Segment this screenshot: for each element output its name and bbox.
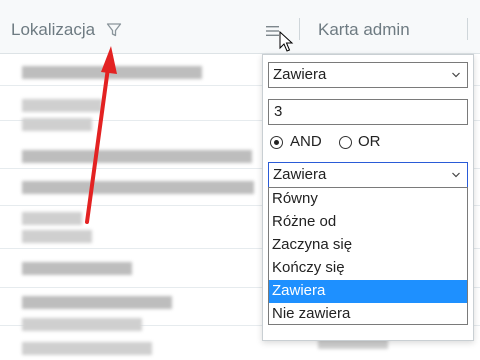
radio-and-label[interactable]: AND [290,133,322,150]
dropdown-option[interactable]: Kończy się [269,257,467,280]
filter-value-text: 3 [274,103,283,120]
dropdown-option[interactable]: Różne od [269,211,467,234]
dropdown-option[interactable]: Zaczyna się [269,234,467,257]
chevron-down-icon [452,72,460,78]
dropdown-option[interactable]: Nie zawiera [269,303,467,326]
chevron-down-icon [452,172,460,178]
condition1-value: Zawiera [273,66,327,83]
condition2-value: Zawiera [273,166,327,183]
data-grid: Lokalizacja Karta admin Zawiera 3 AND OR… [0,0,480,360]
radio-or[interactable] [339,136,352,149]
radio-selected-dot [274,140,279,145]
filter-value-input[interactable]: 3 [268,99,468,125]
dropdown-option[interactable]: Równy [269,188,467,211]
condition1-select[interactable]: Zawiera [268,62,468,88]
condition-dropdown-list: Równy Różne od Zaczyna się Kończy się Za… [268,187,468,325]
dropdown-option-highlighted[interactable]: Zawiera [269,280,467,303]
radio-and[interactable] [270,136,283,149]
radio-or-label[interactable]: OR [358,133,381,150]
condition2-select[interactable]: Zawiera [268,162,468,188]
